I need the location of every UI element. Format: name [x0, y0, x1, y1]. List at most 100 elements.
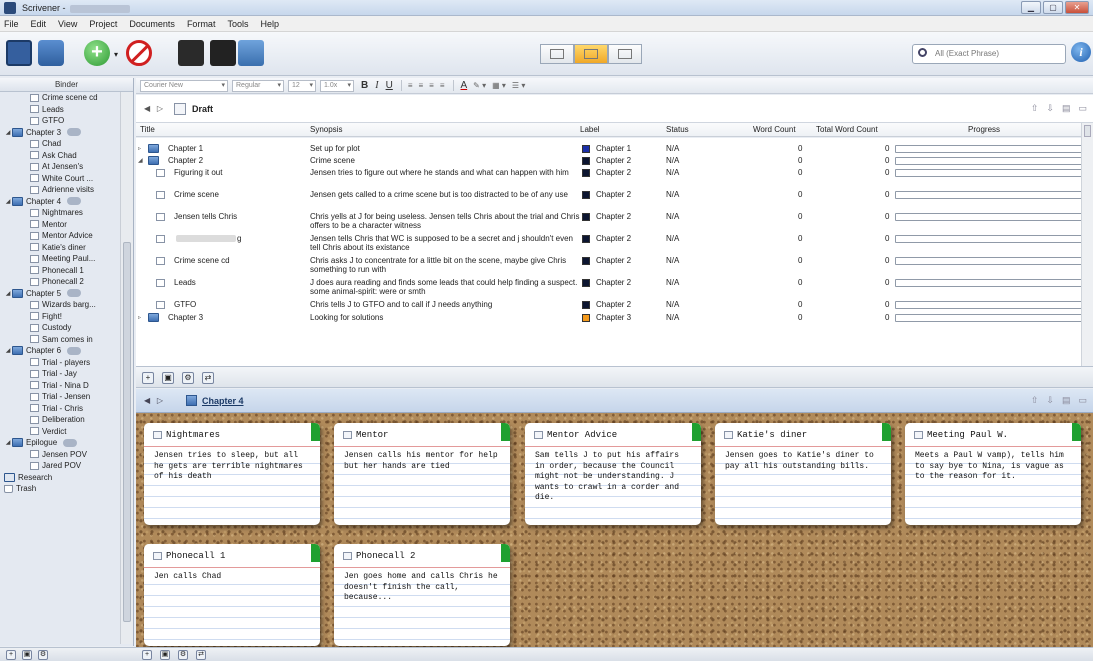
table-row[interactable]: Jensen tells Chris Chris yells at J for b… — [136, 212, 1081, 232]
binder-item[interactable]: At Jensen's — [0, 161, 120, 173]
binder-item[interactable]: Trial - Nina D — [0, 380, 120, 392]
binder-item[interactable]: Mentor — [0, 219, 120, 231]
card-title[interactable]: Phonecall 1 — [166, 551, 225, 561]
binder-toggle-icon[interactable] — [6, 40, 32, 66]
binder-scroll-thumb[interactable] — [123, 242, 131, 622]
index-card[interactable]: Mentor Jensen calls his mentor for help b… — [334, 423, 510, 525]
align-right-icon[interactable]: ≡ — [429, 81, 434, 90]
add-folder-icon[interactable]: ▣ — [22, 650, 32, 660]
card-title[interactable]: Phonecall 2 — [356, 551, 415, 561]
expand-triangle-icon[interactable]: ◢ — [4, 198, 12, 205]
index-card[interactable]: Katie's diner Jensen goes to Katie's dine… — [715, 423, 891, 525]
row-label[interactable]: Chapter 2 — [596, 278, 631, 287]
swap-icon[interactable]: ⇄ — [202, 372, 214, 384]
align-center-icon[interactable]: ≡ — [418, 81, 423, 90]
column-synopsis[interactable]: Synopsis — [310, 125, 342, 134]
menu-edit[interactable]: Edit — [31, 19, 47, 29]
column-status[interactable]: Status — [666, 125, 689, 134]
table-row[interactable]: Crime scene Jensen gets called to a crime… — [136, 190, 1081, 210]
row-status[interactable]: N/A — [666, 156, 679, 165]
add-folder-icon[interactable]: ▣ — [160, 650, 170, 660]
row-synopsis[interactable]: Looking for solutions — [310, 313, 580, 322]
row-label[interactable]: Chapter 2 — [596, 256, 631, 265]
row-label[interactable]: Chapter 2 — [596, 168, 631, 177]
binder-item[interactable]: Chad — [0, 138, 120, 150]
binder-item[interactable]: Research — [0, 472, 120, 484]
menu-format[interactable]: Format — [187, 19, 216, 29]
add-document-icon[interactable]: + — [84, 40, 110, 66]
binder-item[interactable]: Trial - Jensen — [0, 391, 120, 403]
card-title[interactable]: Katie's diner — [737, 430, 807, 440]
card-synopsis[interactable]: Jensen goes to Katie's diner to pay all … — [725, 451, 883, 472]
menu-file[interactable]: File — [4, 19, 19, 29]
table-row[interactable]: Crime scene cd Chris asks J to concentrat… — [136, 256, 1081, 276]
table-row[interactable]: Leads J does aura reading and finds some … — [136, 278, 1081, 298]
binder-item[interactable]: Trial - Jay — [0, 368, 120, 380]
split-icon[interactable]: ▤ — [1062, 103, 1071, 114]
card-synopsis[interactable]: Jensen calls his mentor for help but her… — [344, 451, 502, 472]
card-title[interactable]: Mentor Advice — [547, 430, 617, 440]
binder-item[interactable]: ◢ Chapter 3 — [0, 127, 120, 139]
expand-triangle-icon[interactable]: ◢ — [4, 347, 12, 354]
close-split-icon[interactable]: ▭ — [1078, 103, 1087, 114]
row-label[interactable]: Chapter 2 — [596, 156, 631, 165]
outliner-scrollbar[interactable] — [1081, 123, 1093, 366]
row-status[interactable]: N/A — [666, 278, 679, 287]
column-title[interactable]: Title — [140, 125, 155, 134]
close-split-icon[interactable]: ▭ — [1078, 395, 1087, 406]
card-synopsis[interactable]: Jensen tries to sleep, but all he gets a… — [154, 451, 312, 483]
binder-item[interactable]: Ask Chad — [0, 150, 120, 162]
table-row[interactable]: ▹ Chapter 3 Looking for solutions Chapter 3… — [136, 313, 1081, 323]
font-family-select[interactable]: Courier New — [140, 79, 228, 92]
binder-item[interactable]: Wizards barg... — [0, 299, 120, 311]
index-card[interactable]: Nightmares Jensen tries to sleep, but all… — [144, 423, 320, 525]
card-title[interactable]: Meeting Paul W. — [927, 430, 1008, 440]
binder-item[interactable]: ◢ Epilogue — [0, 437, 120, 449]
menu-documents[interactable]: Documents — [129, 19, 175, 29]
menu-view[interactable]: View — [58, 19, 77, 29]
binder-item[interactable]: Jensen POV — [0, 449, 120, 461]
row-status[interactable]: N/A — [666, 212, 679, 221]
binder-item[interactable]: Verdict — [0, 426, 120, 438]
row-synopsis[interactable]: Jensen tries to figure out where he stan… — [310, 168, 580, 177]
row-synopsis[interactable]: Chris asks J to concentrate for a little… — [310, 256, 580, 274]
menu-tools[interactable]: Tools — [227, 19, 248, 29]
up-arrow-icon[interactable]: ⇧ — [1031, 103, 1039, 114]
compile-icon[interactable] — [178, 40, 204, 66]
row-synopsis[interactable]: Chris tells J to GTFO and to call if J n… — [310, 300, 580, 309]
row-synopsis[interactable]: Jensen gets called to a crime scene but … — [310, 190, 580, 199]
table-row[interactable]: ▹ Chapter 1 Set up for plot Chapter 1 N/A 0 0 — [136, 144, 1081, 154]
table-row[interactable]: GTFO Chris tells J to GTFO and to call if… — [136, 300, 1081, 310]
close-button[interactable]: ✕ — [1065, 1, 1089, 14]
snapshot-icon[interactable] — [238, 40, 264, 66]
gear-icon[interactable]: ⚙ — [178, 650, 188, 660]
row-label[interactable]: Chapter 3 — [596, 313, 631, 322]
list-icon[interactable]: ☰ ▾ — [512, 81, 525, 90]
binder-item[interactable]: ◢ Chapter 6 — [0, 345, 120, 357]
line-spacing-select[interactable]: 1.0x — [320, 79, 354, 92]
row-status[interactable]: N/A — [666, 313, 679, 322]
column-word-count[interactable]: Word Count — [753, 125, 796, 134]
swap-icon[interactable]: ⇄ — [196, 650, 206, 660]
gear-icon[interactable]: ⚙ — [182, 372, 194, 384]
table-row[interactable]: ◢ Chapter 2 Crime scene Chapter 2 N/A 0 0 — [136, 156, 1081, 166]
binder-item[interactable]: White Court ... — [0, 173, 120, 185]
row-label[interactable]: Chapter 2 — [596, 300, 631, 309]
row-synopsis[interactable]: Jensen tells Chris that WC is supposed t… — [310, 234, 580, 252]
column-progress[interactable]: Progress — [968, 125, 1000, 134]
outliner-view-button[interactable] — [608, 44, 642, 64]
card-synopsis[interactable]: Jen calls Chad — [154, 572, 312, 583]
row-label[interactable]: Chapter 1 — [596, 144, 631, 153]
column-label[interactable]: Label — [580, 125, 600, 134]
search-input[interactable]: All (Exact Phrase) — [912, 44, 1066, 64]
info-icon[interactable]: i — [1071, 42, 1091, 62]
index-card[interactable]: Phonecall 2 Jen goes home and calls Chris… — [334, 544, 510, 646]
card-title[interactable]: Mentor — [356, 430, 388, 440]
row-label[interactable]: Chapter 2 — [596, 234, 631, 243]
corkboard-title[interactable]: Chapter 4 — [202, 396, 244, 406]
highlight-icon[interactable]: ✎ ▾ — [473, 81, 486, 90]
binder-scrollbar[interactable] — [120, 92, 133, 644]
row-synopsis[interactable]: Crime scene — [310, 156, 580, 165]
card-title[interactable]: Nightmares — [166, 430, 220, 440]
binder-item[interactable]: Phonecall 1 — [0, 265, 120, 277]
